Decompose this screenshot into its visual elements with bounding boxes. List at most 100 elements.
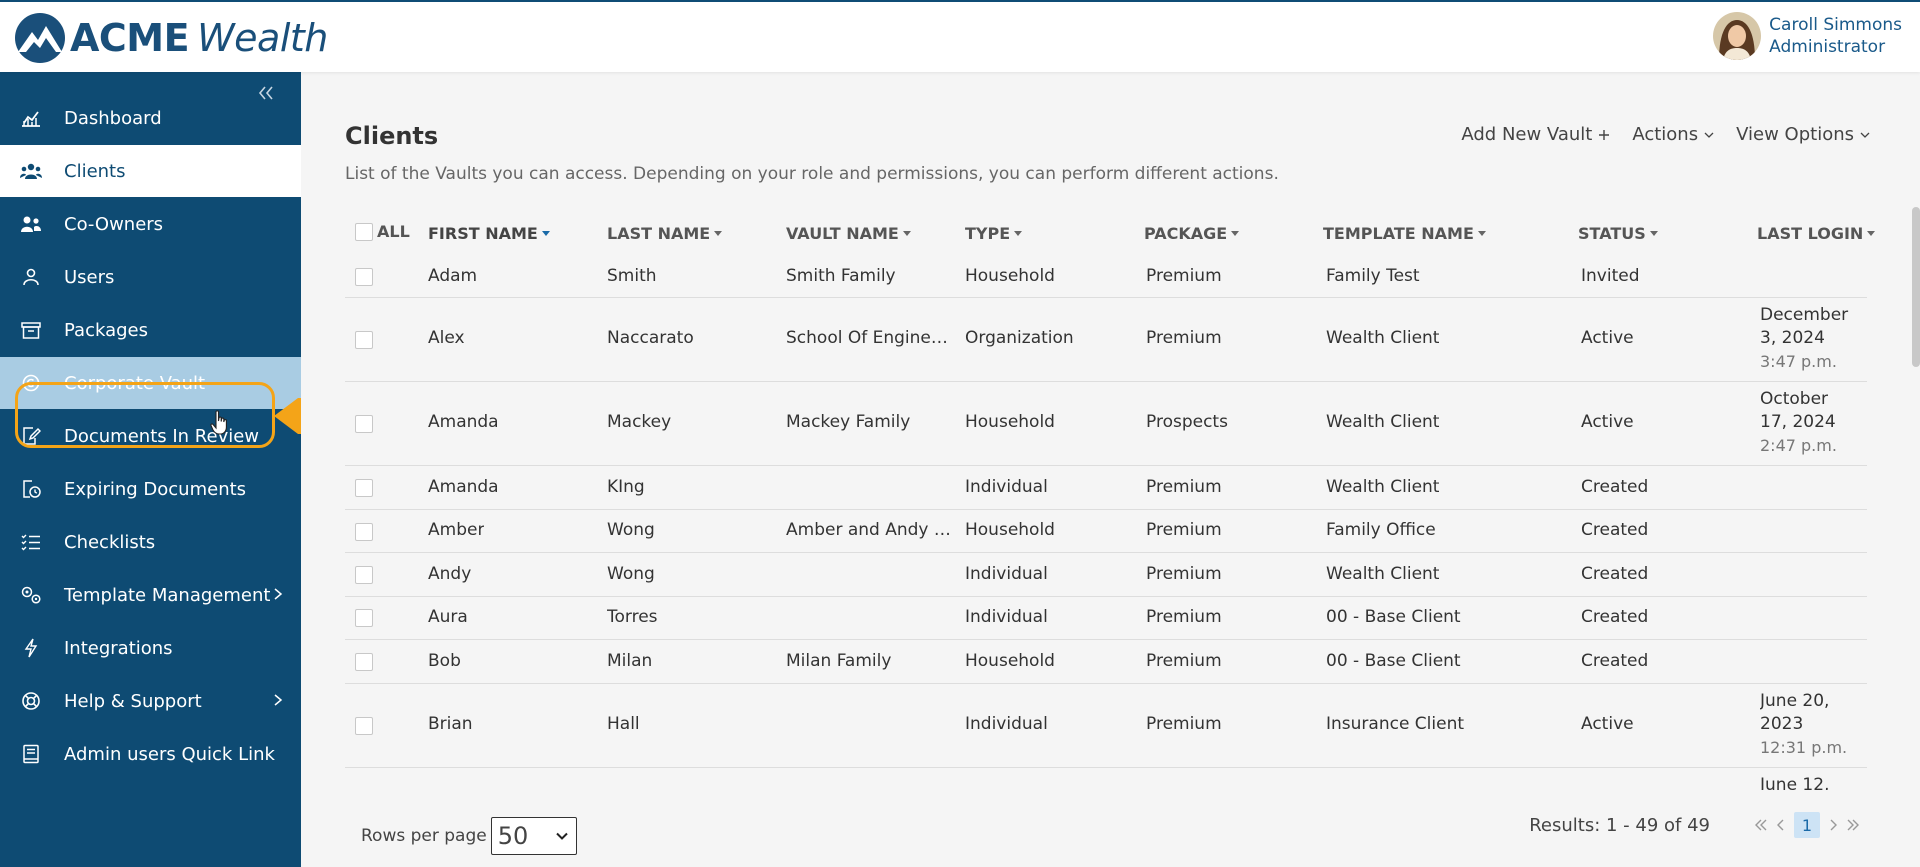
page-number-current[interactable]: 1 xyxy=(1794,812,1820,838)
cell-package: Premium xyxy=(1146,328,1222,348)
cell-status: Created xyxy=(1581,651,1649,671)
table-row[interactable]: Amanda Mackey Mackey Family Household Pr… xyxy=(345,382,1867,466)
table-row[interactable]: June 12, xyxy=(345,768,1867,790)
cell-package: Prospects xyxy=(1146,412,1228,432)
vertical-scrollbar[interactable] xyxy=(1912,207,1920,367)
sidebar-item-help-support[interactable]: Help & Support xyxy=(0,675,301,727)
row-checkbox[interactable] xyxy=(355,268,373,286)
hand-cursor-icon xyxy=(210,410,227,435)
sidebar-item-co-owners[interactable]: Co-Owners xyxy=(0,198,301,250)
cell-template-name: Insurance Client xyxy=(1326,714,1465,734)
sidebar-item-dashboard[interactable]: Dashboard xyxy=(0,92,301,144)
sidebar-item-users[interactable]: Users xyxy=(0,251,301,303)
sidebar-item-label: Admin users Quick Link xyxy=(64,743,275,765)
column-header-status[interactable]: STATUS xyxy=(1578,224,1658,243)
rows-per-page-select[interactable]: 50 xyxy=(490,817,577,855)
sort-caret-icon xyxy=(1477,231,1486,236)
sidebar-item-packages[interactable]: Packages xyxy=(0,304,301,356)
row-checkbox[interactable] xyxy=(355,331,373,349)
sidebar-item-checklists[interactable]: Checklists xyxy=(0,516,301,568)
avatar[interactable] xyxy=(1713,12,1762,60)
table-row[interactable]: Adam Smith Smith Family Household Premiu… xyxy=(345,256,1867,298)
add-new-vault-button[interactable]: Add New Vault xyxy=(1461,124,1610,145)
user-menu[interactable]: Caroll Simmons Administrator xyxy=(1713,12,1902,60)
cell-type: Household xyxy=(965,651,1055,671)
cell-vault-name[interactable]: School Of Engineer... xyxy=(786,328,956,348)
cell-first-name: Amanda xyxy=(428,412,499,432)
cell-template-name: Family Office xyxy=(1326,520,1436,540)
brand-logo[interactable]: ACME Wealth xyxy=(14,12,328,64)
column-header-vault-name[interactable]: VAULT NAME xyxy=(786,224,911,243)
sidebar-item-template-management[interactable]: Template Management xyxy=(0,569,301,621)
cell-type: Household xyxy=(965,266,1055,286)
cell-last-name: Smith xyxy=(607,266,657,286)
cell-first-name: Amber xyxy=(428,520,485,540)
row-checkbox[interactable] xyxy=(355,717,373,735)
cell-first-name: Brian xyxy=(428,714,473,734)
user-name[interactable]: Caroll Simmons xyxy=(1769,14,1902,36)
sidebar-item-label: Template Management xyxy=(64,584,271,606)
sidebar-item-label: Users xyxy=(64,266,115,288)
results-count: Results: 1 - 49 of 49 xyxy=(1529,815,1710,836)
cell-template-name: Wealth Client xyxy=(1326,328,1440,348)
column-header-last-login[interactable]: LAST LOGIN xyxy=(1757,224,1875,243)
cell-vault-name[interactable]: Mackey Family xyxy=(786,412,956,432)
sidebar-item-label: Checklists xyxy=(64,531,156,553)
cell-template-name: 00 - Base Client xyxy=(1326,607,1461,627)
cell-status: Created xyxy=(1581,477,1649,497)
column-header-type[interactable]: TYPE xyxy=(965,224,1023,243)
column-header-template-name[interactable]: TEMPLATE NAME xyxy=(1323,224,1486,243)
column-header-package[interactable]: PACKAGE xyxy=(1144,224,1240,243)
column-header-last-name[interactable]: LAST NAME xyxy=(607,224,723,243)
select-all[interactable]: ALL xyxy=(355,222,410,241)
actions-dropdown[interactable]: Actions xyxy=(1632,124,1714,145)
sidebar-item-integrations[interactable]: Integrations xyxy=(0,622,301,674)
next-page-icon[interactable] xyxy=(1828,818,1838,832)
cell-vault-name[interactable]: Milan Family xyxy=(786,651,956,671)
cell-type: Organization xyxy=(965,328,1074,348)
cell-vault-name[interactable]: Smith Family xyxy=(786,266,956,286)
chevron-down-icon xyxy=(1704,132,1714,138)
cell-template-name: Wealth Client xyxy=(1326,412,1440,432)
cell-first-name: Alex xyxy=(428,328,465,348)
last-page-icon[interactable] xyxy=(1846,818,1860,832)
table-row[interactable]: Amanda KIng Individual Premium Wealth Cl… xyxy=(345,466,1867,510)
cell-vault-name[interactable]: Amber and Andy W... xyxy=(786,520,956,540)
row-checkbox[interactable] xyxy=(355,479,373,497)
sort-caret-icon xyxy=(1649,231,1658,236)
cell-last-name: Milan xyxy=(607,651,653,671)
table-row[interactable]: Alex Naccarato School Of Engineer... Org… xyxy=(345,298,1867,382)
row-checkbox[interactable] xyxy=(355,566,373,584)
pagination: 1 xyxy=(1754,812,1860,838)
user-role: Administrator xyxy=(1769,37,1886,57)
select-all-checkbox[interactable] xyxy=(355,222,373,241)
sidebar-item-expiring-documents[interactable]: Expiring Documents xyxy=(0,463,301,515)
sidebar-item-label: Help & Support xyxy=(64,690,202,712)
column-header-first-name[interactable]: FIRST NAME xyxy=(428,224,550,243)
row-checkbox[interactable] xyxy=(355,653,373,671)
cell-last-name: Hall xyxy=(607,714,640,734)
cell-status: Created xyxy=(1581,564,1649,584)
table-row[interactable]: Aura Torres Individual Premium 00 - Base… xyxy=(345,597,1867,640)
table-row[interactable]: Bob Milan Milan Family Household Premium… xyxy=(345,640,1867,684)
first-page-icon[interactable] xyxy=(1754,818,1768,832)
cell-template-name: Wealth Client xyxy=(1326,564,1440,584)
cell-last-name: KIng xyxy=(607,477,645,497)
sidebar-item-label: Clients xyxy=(64,160,126,182)
row-checkbox[interactable] xyxy=(355,523,373,541)
page-subtitle: List of the Vaults you can access. Depen… xyxy=(345,164,1279,184)
cell-last-name: Naccarato xyxy=(607,328,694,348)
sidebar-item-clients[interactable]: Clients xyxy=(0,145,301,197)
table-row[interactable]: Amber Wong Amber and Andy W... Household… xyxy=(345,510,1867,553)
table-row[interactable]: Andy Wong Individual Premium Wealth Clie… xyxy=(345,553,1867,597)
sidebar-item-admin-users-quick-link[interactable]: Admin users Quick Link xyxy=(0,728,301,780)
table-row[interactable]: Brian Hall Individual Premium Insurance … xyxy=(345,684,1867,768)
cell-type: Individual xyxy=(965,607,1048,627)
cell-package: Premium xyxy=(1146,477,1222,497)
row-checkbox[interactable] xyxy=(355,609,373,627)
row-checkbox[interactable] xyxy=(355,415,373,433)
view-options-dropdown[interactable]: View Options xyxy=(1736,124,1870,145)
cell-package: Premium xyxy=(1146,651,1222,671)
table-header: ALL FIRST NAME LAST NAME VAULT NAME TYPE… xyxy=(345,212,1875,256)
previous-page-icon[interactable] xyxy=(1776,818,1786,832)
